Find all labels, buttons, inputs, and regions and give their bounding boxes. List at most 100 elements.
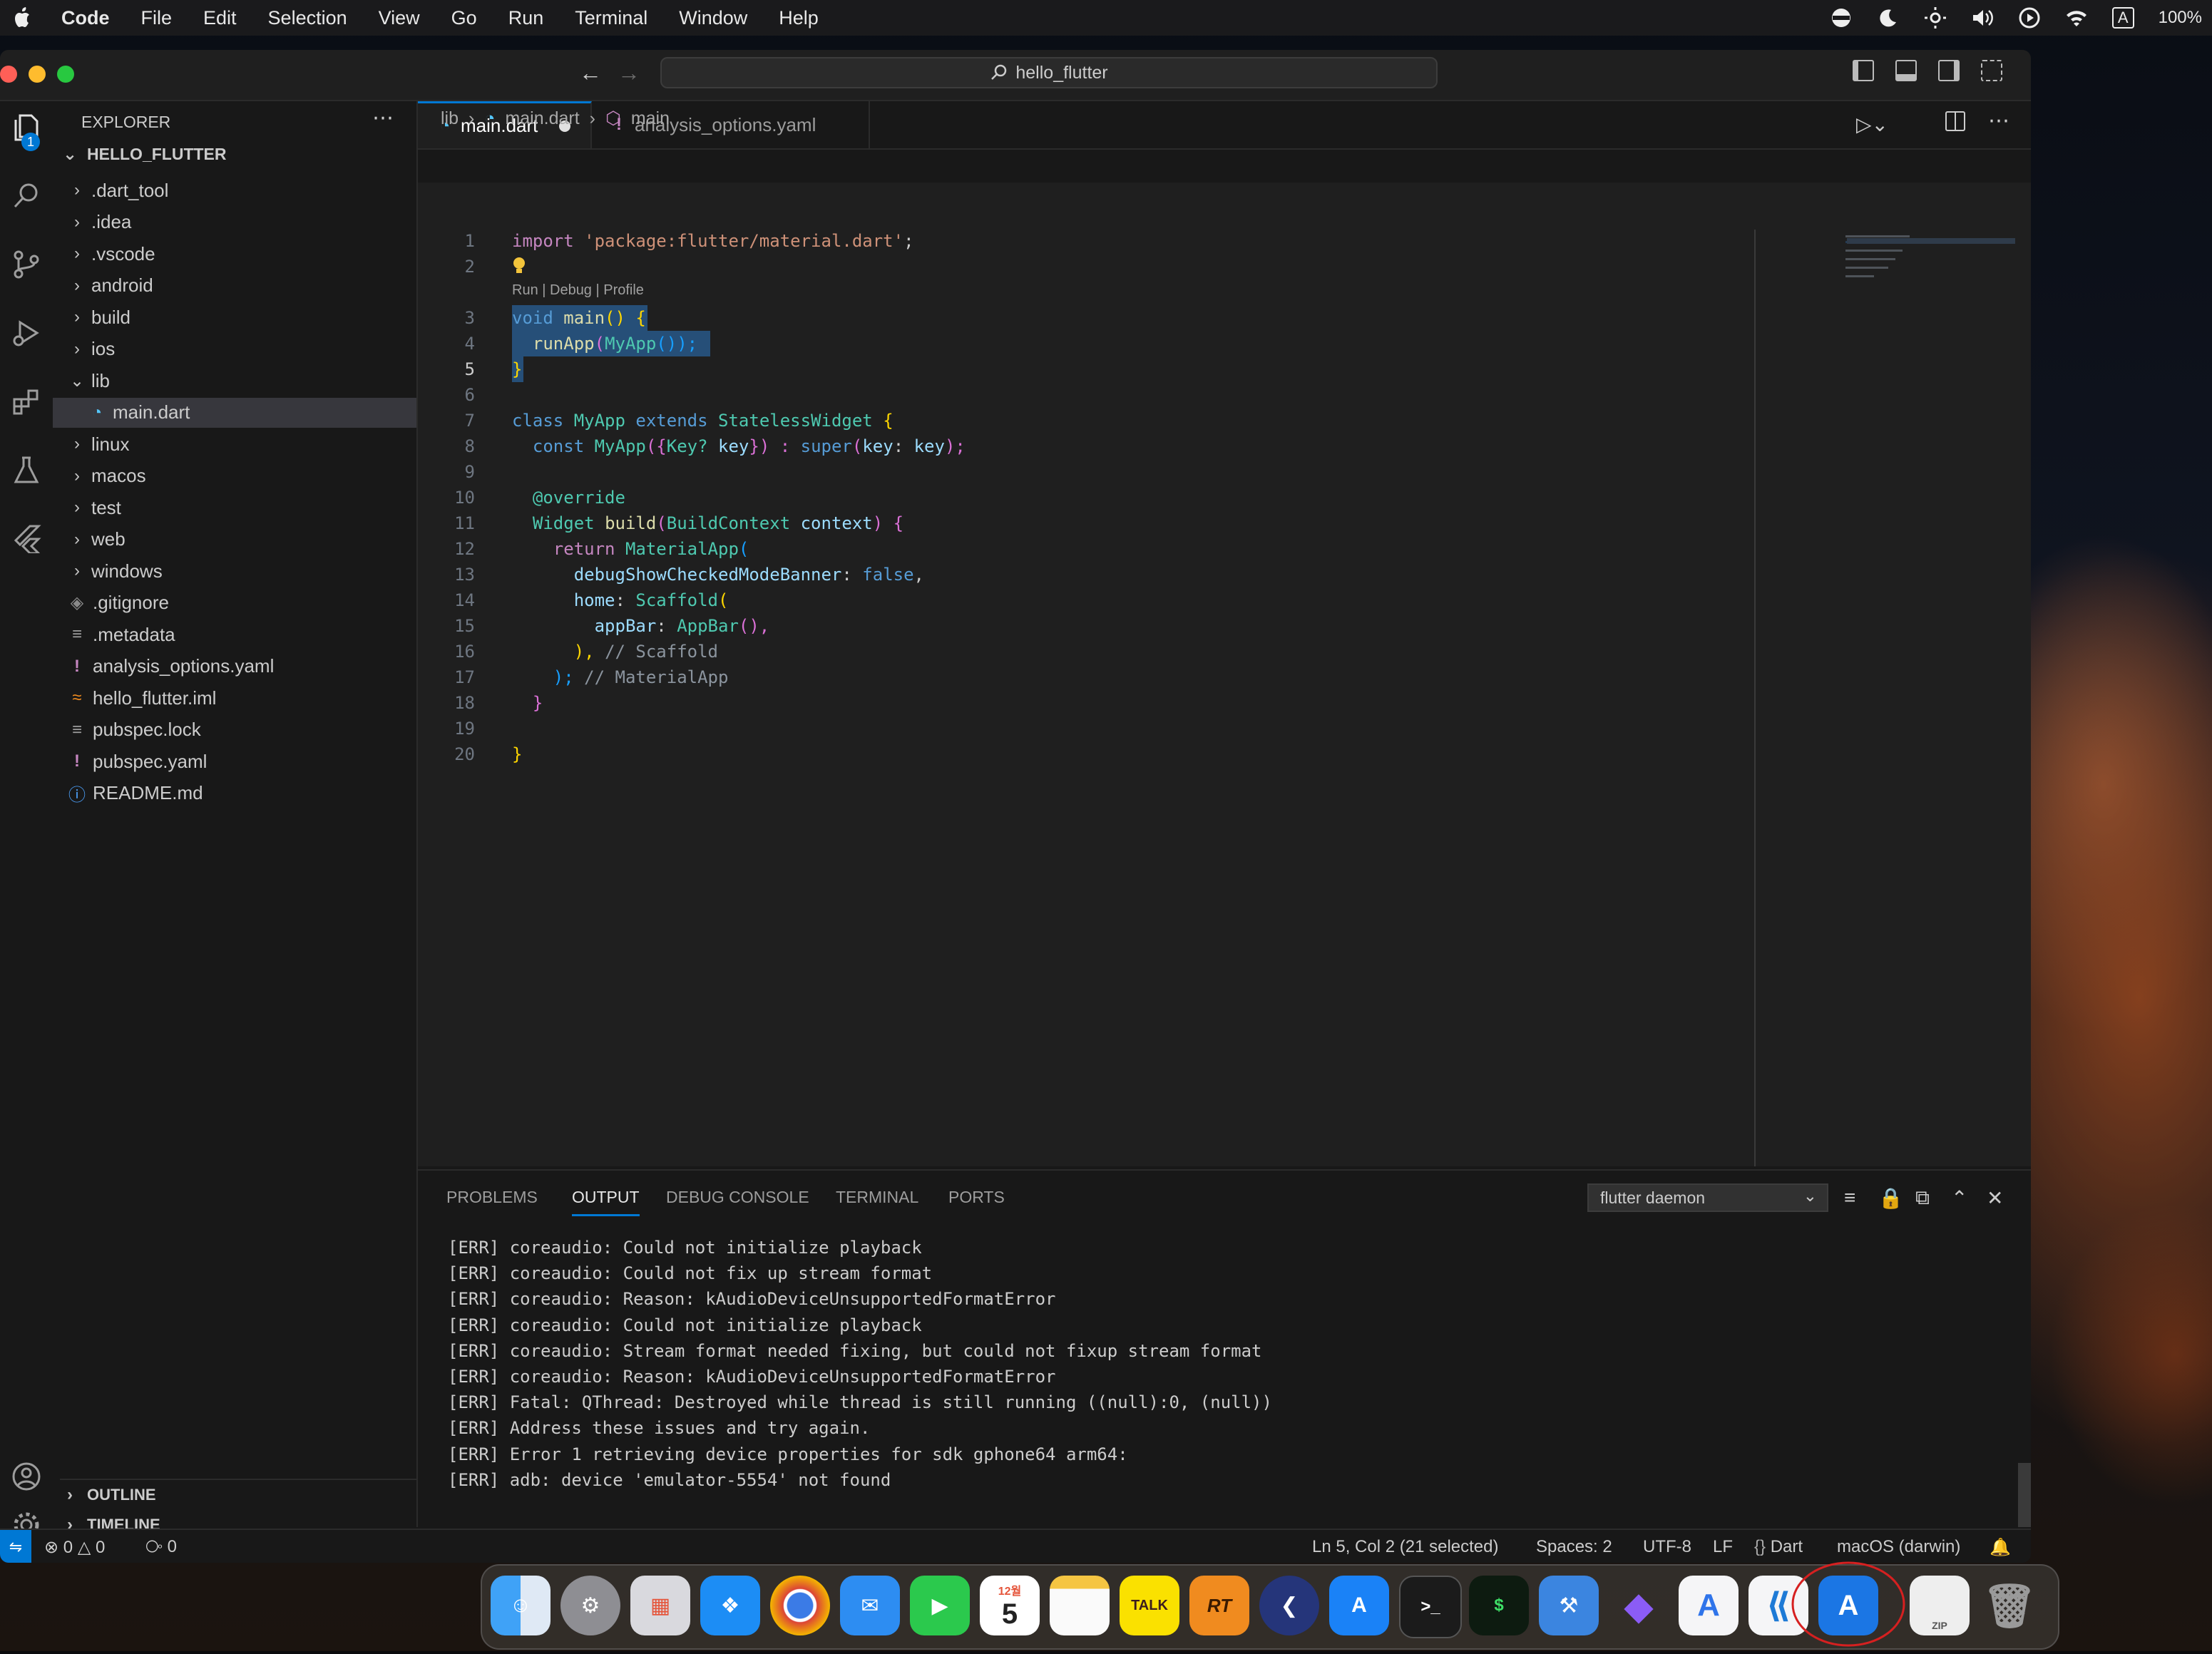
tree-item-analysis-options-yaml[interactable]: ! analysis_options.yaml: [53, 652, 416, 682]
chrome-icon[interactable]: [770, 1576, 830, 1635]
lightbulb-icon[interactable]: [512, 257, 526, 274]
calendar-icon[interactable]: 12월 5: [980, 1576, 1040, 1635]
menu-go[interactable]: Go: [451, 7, 477, 29]
output-channel-select[interactable]: flutter daemon ⌄: [1587, 1183, 1828, 1212]
tree-item-build[interactable]: › build: [53, 302, 416, 332]
tab-ports[interactable]: PORTS: [948, 1188, 1005, 1207]
facetime-icon[interactable]: ▶: [910, 1576, 970, 1635]
volume-icon[interactable]: [1971, 6, 1994, 29]
tree-item-hello-flutter-iml[interactable]: ≈ hello_flutter.iml: [53, 683, 416, 713]
split-editor-icon[interactable]: [1945, 111, 1965, 131]
breadcrumb-folder[interactable]: lib: [441, 108, 459, 129]
tree-item-main-dart[interactable]: ◔ main.dart: [53, 397, 416, 428]
toggle-primary-sidebar-icon[interactable]: [1853, 60, 1874, 81]
line-endings[interactable]: LF: [1713, 1537, 1733, 1557]
code-editor[interactable]: 1 2 3 4 5 6 7 8 9 10 11 12 13 14 15 16 17 18 19 20 Run | De…: [418, 183, 2031, 1166]
menu-run[interactable]: Run: [508, 7, 544, 29]
workspace-root-folder[interactable]: ⌄ HELLO_FLUTTER: [60, 144, 227, 165]
flutter-icon[interactable]: [11, 523, 41, 553]
rt-app-icon[interactable]: RT: [1189, 1576, 1249, 1635]
tab-problems[interactable]: PROBLEMS: [446, 1188, 538, 1207]
encoding[interactable]: UTF-8: [1643, 1537, 1691, 1557]
menu-selection[interactable]: Selection: [268, 7, 347, 29]
notifications-bell-icon[interactable]: 🔔: [1990, 1537, 2011, 1558]
tab-output[interactable]: OUTPUT: [572, 1188, 640, 1216]
app-store-icon[interactable]: A: [1329, 1576, 1389, 1635]
menu-window[interactable]: Window: [679, 7, 747, 29]
mail-icon[interactable]: ✉: [840, 1576, 900, 1635]
back-app-icon[interactable]: ❮: [1259, 1576, 1319, 1635]
vpn-status-icon[interactable]: [1830, 6, 1853, 29]
tree-item-vscode[interactable]: › .vscode: [53, 239, 416, 269]
forward-arrow-icon[interactable]: →: [618, 60, 640, 86]
testing-flask-icon[interactable]: [11, 455, 41, 485]
open-in-editor-icon[interactable]: ⧉: [1915, 1186, 1930, 1210]
tree-item-windows[interactable]: › windows: [53, 556, 416, 586]
tree-item-web[interactable]: › web: [53, 525, 416, 555]
brightness-icon[interactable]: [1924, 6, 1947, 29]
tree-item-test[interactable]: › test: [53, 493, 416, 523]
breadcrumb-file[interactable]: main.dart: [505, 108, 579, 129]
menu-edit[interactable]: Edit: [203, 7, 237, 29]
toggle-secondary-sidebar-icon[interactable]: [1938, 60, 1960, 81]
iterm-icon[interactable]: $: [1469, 1576, 1529, 1635]
tab-debug-console[interactable]: DEBUG CONSOLE: [666, 1188, 809, 1207]
terminal-icon[interactable]: >_: [1399, 1576, 1462, 1638]
minimize-window-button[interactable]: [29, 66, 46, 83]
extensions-icon[interactable]: [11, 386, 41, 416]
trash-icon[interactable]: 🗑: [1980, 1576, 2039, 1635]
codelens-run-debug-profile[interactable]: Run | Debug | Profile: [512, 282, 644, 299]
clear-output-icon[interactable]: ≡: [1844, 1186, 1855, 1209]
explorer-more-actions-icon[interactable]: ⋯: [372, 106, 394, 130]
ports-forwarded[interactable]: ⧂ 0: [145, 1537, 177, 1557]
maximize-panel-icon[interactable]: ⌃: [1951, 1186, 1967, 1210]
safari-icon[interactable]: ❖: [700, 1576, 760, 1635]
battery-percentage[interactable]: 100%: [2159, 8, 2202, 28]
command-center-search[interactable]: hello_flutter: [660, 57, 1438, 88]
tree-item-linux[interactable]: › linux: [53, 429, 416, 459]
tree-item-readme-md[interactable]: ⓘ README.md: [53, 779, 416, 808]
back-arrow-icon[interactable]: ←: [579, 60, 602, 86]
moon-icon[interactable]: [1877, 6, 1900, 29]
menu-view[interactable]: View: [379, 7, 420, 29]
tree-item-pubspec-yaml[interactable]: ! pubspec.yaml: [53, 746, 416, 776]
menu-help[interactable]: Help: [779, 7, 819, 29]
toggle-panel-icon[interactable]: [1895, 60, 1917, 81]
obsidian-icon[interactable]: ◆: [1609, 1576, 1669, 1635]
tree-item-lib[interactable]: ⌄ lib: [53, 366, 416, 396]
kakaotalk-icon[interactable]: TALK: [1120, 1576, 1179, 1635]
apple-logo-icon[interactable]: [13, 6, 33, 29]
tree-item-gitignore[interactable]: ◈ .gitignore: [53, 588, 416, 618]
tree-item-ios[interactable]: › ios: [53, 334, 416, 364]
accounts-icon[interactable]: [11, 1462, 41, 1491]
tree-item-android[interactable]: › android: [53, 271, 416, 301]
editor-more-actions-icon[interactable]: ⋯: [1988, 108, 2009, 133]
minimap-slider[interactable]: [1847, 238, 2015, 244]
run-and-debug-icon[interactable]: [11, 318, 41, 348]
wifi-icon[interactable]: [2065, 6, 2088, 29]
zoom-window-button[interactable]: [57, 66, 74, 83]
menu-app-code[interactable]: Code: [61, 7, 110, 29]
outline-section[interactable]: › OUTLINE: [60, 1479, 416, 1510]
tree-item-idea[interactable]: › .idea: [53, 207, 416, 237]
remote-indicator-icon[interactable]: ⇋: [0, 1530, 31, 1563]
now-playing-icon[interactable]: [2018, 6, 2041, 29]
xcode-icon[interactable]: ⚒: [1539, 1576, 1599, 1635]
tab-terminal[interactable]: TERMINAL: [836, 1188, 918, 1207]
input-source-indicator[interactable]: A: [2111, 7, 2134, 29]
customize-layout-icon[interactable]: [1981, 60, 2002, 81]
zip-file-icon[interactable]: ZIP: [1910, 1576, 1970, 1635]
run-debug-dropdown-icon[interactable]: ▷⌄: [1856, 113, 1888, 136]
tree-item-metadata[interactable]: ≡ .metadata: [53, 620, 416, 649]
instruments-icon[interactable]: A: [1679, 1576, 1739, 1635]
panel-scrollbar[interactable]: [2018, 1463, 2031, 1527]
finder-icon[interactable]: ☺: [491, 1576, 551, 1635]
indentation[interactable]: Spaces: 2: [1536, 1537, 1612, 1557]
problems-summary[interactable]: ⊗ 0 △ 0: [44, 1537, 105, 1558]
launchpad-icon[interactable]: ▦: [630, 1576, 690, 1635]
source-control-icon[interactable]: [11, 250, 41, 279]
system-settings-icon[interactable]: ⚙: [560, 1576, 620, 1635]
search-icon[interactable]: [11, 181, 41, 211]
close-window-button[interactable]: [0, 66, 17, 83]
breadcrumb-symbol[interactable]: main: [631, 108, 670, 129]
